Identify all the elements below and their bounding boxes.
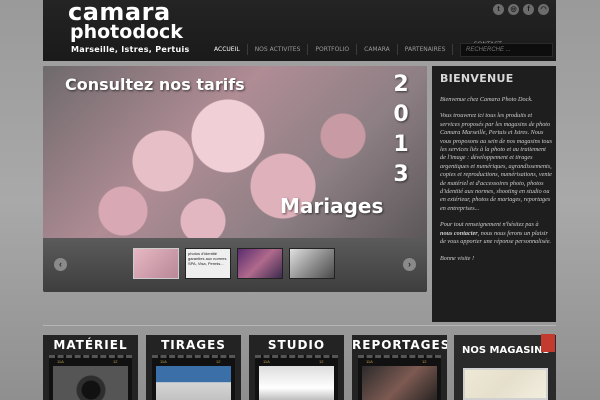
- slide-caption: Mariages: [280, 194, 384, 218]
- year-digit: 0: [393, 102, 409, 127]
- welcome-text: Bienvenue chez Camara Photo Dock. Vous t…: [440, 96, 552, 271]
- film-number: 11A: [160, 359, 167, 364]
- film-number: 12: [422, 359, 427, 364]
- camera-image: [53, 366, 128, 400]
- thumbnail-portrait[interactable]: [289, 248, 335, 279]
- stores-panel: NOS MAGASINS: [454, 334, 556, 400]
- next-slide-button[interactable]: ›: [403, 258, 416, 271]
- nav-item-partenaires[interactable]: PARTENAIRES: [396, 44, 453, 55]
- film-number: 11A: [57, 359, 64, 364]
- welcome-signoff: Bonne visite !: [440, 254, 475, 262]
- year-digit: 1: [393, 132, 409, 157]
- social-links: t ◎ f ◠: [493, 4, 549, 15]
- thumbnail-text: photos d'identité garanties aux normes S…: [188, 251, 227, 266]
- year-digit: 2: [393, 72, 409, 97]
- wedding-image: [362, 366, 437, 400]
- category-title: TIRAGES: [161, 338, 226, 352]
- site-logo[interactable]: camara photodock Marseille, Istres, Pert…: [68, 0, 208, 59]
- slider-thumbnails: photos d'identité garanties aux normes S…: [133, 248, 335, 279]
- film-number: 12: [319, 359, 324, 364]
- film-number: 12: [216, 359, 221, 364]
- slider-thumbnail-bar: ‹ photos d'identité garanties aux normes…: [43, 238, 427, 292]
- film-number: 11A: [366, 359, 373, 364]
- section-divider: [43, 325, 556, 326]
- nav-item-camara[interactable]: CAMARA: [356, 44, 397, 55]
- prev-slide-button[interactable]: ‹: [54, 258, 67, 271]
- category-box-materiel[interactable]: MATÉRIEL 11A 12: [43, 335, 138, 400]
- category-title: REPORTAGES: [352, 338, 447, 352]
- category-box-reportages[interactable]: REPORTAGES 11A 12: [352, 335, 447, 400]
- printer-image: [156, 366, 231, 400]
- nav-item-nos-activites[interactable]: NOS ACTIVITES: [246, 44, 308, 55]
- film-number: 12: [113, 359, 118, 364]
- thumbnail-mariages[interactable]: [133, 248, 179, 279]
- category-box-tirages[interactable]: TIRAGES 11A 12: [146, 335, 241, 400]
- welcome-title: BIENVENUE: [440, 72, 514, 85]
- store-map[interactable]: [463, 368, 548, 400]
- logo-tagline: Marseille, Istres, Pertuis: [71, 45, 190, 54]
- ribbon-badge: [541, 334, 555, 352]
- film-strip: 11A 12: [358, 355, 441, 400]
- film-strip: 11A 12: [152, 355, 235, 400]
- rss-icon[interactable]: ◠: [538, 4, 549, 15]
- thumbnail-studio[interactable]: [237, 248, 283, 279]
- logo-name-line2: photodock: [70, 21, 183, 43]
- search-input[interactable]: RECHERCHE ...: [460, 43, 553, 57]
- welcome-body-text: Vous trouverez ici tous les produits et …: [440, 112, 553, 212]
- category-title: MATÉRIEL: [53, 338, 128, 352]
- contact-text-pre: Pour tout renseignement n'hésitez pas à: [440, 221, 539, 229]
- hero-slider: Consultez nos tarifs 2 0 1 3 Mariages ‹ …: [43, 66, 427, 292]
- nav-item-portfolio[interactable]: PORTFOLIO: [307, 44, 356, 55]
- nav-item-accueil[interactable]: ACCUEIL: [211, 44, 247, 55]
- circle-icon[interactable]: ◎: [508, 4, 519, 15]
- film-strip: 11A 12: [49, 355, 132, 400]
- film-strip: 11A 12: [255, 355, 338, 400]
- welcome-panel: BIENVENUE Bienvenue chez Camara Photo Do…: [432, 66, 556, 322]
- twitter-icon[interactable]: t: [493, 4, 504, 15]
- stores-title: NOS MAGASINS: [462, 345, 550, 356]
- slide-year: 2 0 1 3: [393, 70, 409, 190]
- facebook-icon[interactable]: f: [523, 4, 534, 15]
- year-digit: 3: [393, 162, 409, 187]
- studio-image: [259, 366, 334, 400]
- site-header: camara photodock Marseille, Istres, Pert…: [43, 0, 556, 61]
- welcome-intro: Bienvenue chez Camara Photo Dock.: [440, 96, 533, 103]
- category-box-studio[interactable]: STUDIO 11A 12: [249, 335, 344, 400]
- thumbnail-photos-identite[interactable]: photos d'identité garanties aux normes S…: [185, 248, 231, 279]
- contact-link[interactable]: nous contacter: [440, 230, 478, 237]
- slide-heading: Consultez nos tarifs: [65, 75, 245, 94]
- category-title: STUDIO: [267, 338, 326, 352]
- film-number: 11A: [263, 359, 270, 364]
- welcome-contact-text: Pour tout renseignement n'hésitez pas à …: [440, 221, 552, 246]
